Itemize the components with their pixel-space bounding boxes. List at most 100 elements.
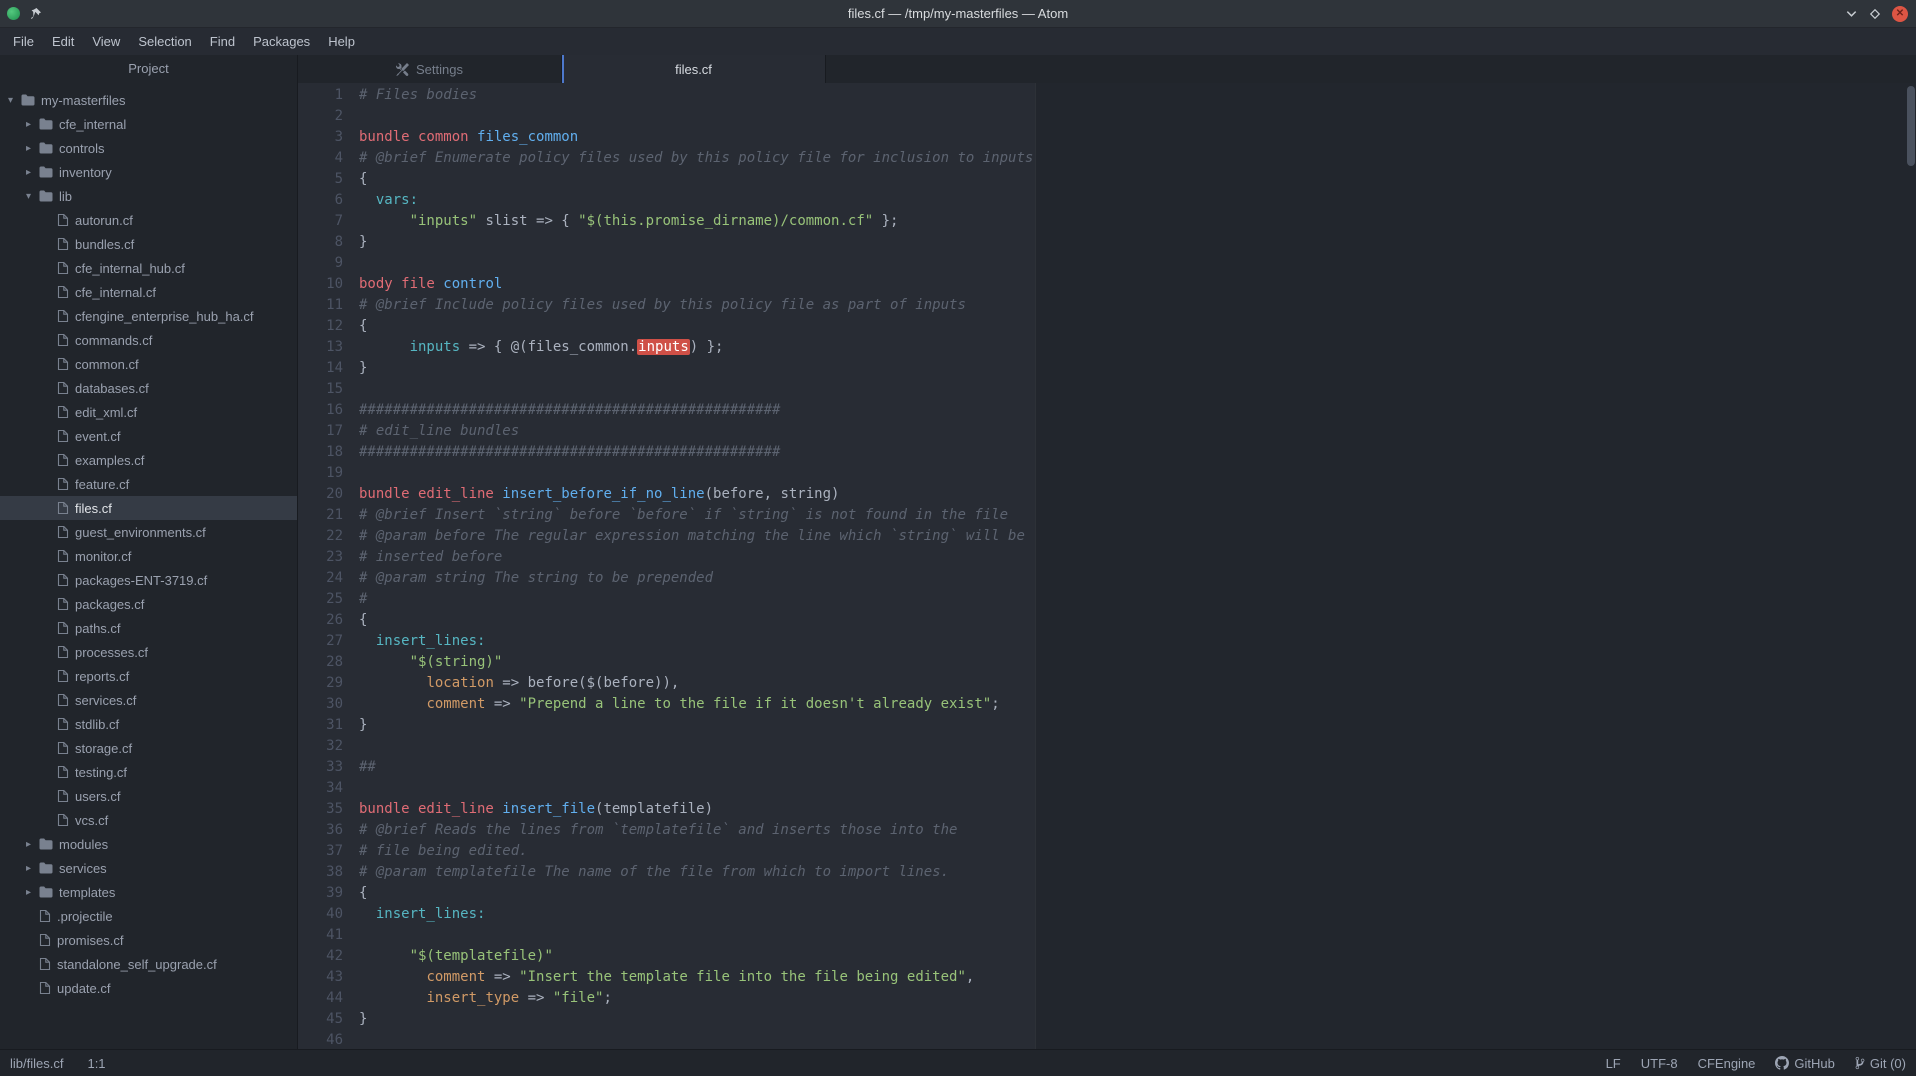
line-number[interactable]: 20 — [298, 484, 343, 505]
code-line[interactable]: 28 "$(string)" — [298, 652, 1916, 673]
tree-folder-controls[interactable]: ▸controls — [0, 136, 297, 160]
code-line[interactable]: 34 — [298, 778, 1916, 799]
code-line[interactable]: 41 — [298, 925, 1916, 946]
tree-file-stdlib-cf[interactable]: stdlib.cf — [0, 712, 297, 736]
line-number[interactable]: 27 — [298, 631, 343, 652]
code-line[interactable]: 13 inputs => { @(files_common.inputs) }; — [298, 337, 1916, 358]
status-git-0[interactable]: Git (0) — [1855, 1056, 1906, 1071]
code-line[interactable]: 25# — [298, 589, 1916, 610]
code-line[interactable]: 11# @brief Include policy files used by … — [298, 295, 1916, 316]
code-line[interactable]: 35bundle edit_line insert_file(templatef… — [298, 799, 1916, 820]
editor-scrollbar[interactable] — [1906, 83, 1916, 1049]
code-line[interactable]: 2 — [298, 106, 1916, 127]
tree-folder-my-masterfiles[interactable]: ▾my-masterfiles — [0, 88, 297, 112]
line-number[interactable]: 35 — [298, 799, 343, 820]
tree-file-guest-environments-cf[interactable]: guest_environments.cf — [0, 520, 297, 544]
code-line[interactable]: 12{ — [298, 316, 1916, 337]
line-number[interactable]: 29 — [298, 673, 343, 694]
tree-file-reports-cf[interactable]: reports.cf — [0, 664, 297, 688]
code-line[interactable]: 27 insert_lines: — [298, 631, 1916, 652]
tree-file-users-cf[interactable]: users.cf — [0, 784, 297, 808]
line-number[interactable]: 1 — [298, 85, 343, 106]
line-number[interactable]: 44 — [298, 988, 343, 1009]
line-number[interactable]: 23 — [298, 547, 343, 568]
code-line[interactable]: 15 — [298, 379, 1916, 400]
tree-file-services-cf[interactable]: services.cf — [0, 688, 297, 712]
line-number[interactable]: 14 — [298, 358, 343, 379]
tree-file-paths-cf[interactable]: paths.cf — [0, 616, 297, 640]
tree-file-cfe-internal-cf[interactable]: cfe_internal.cf — [0, 280, 297, 304]
line-number[interactable]: 37 — [298, 841, 343, 862]
close-button[interactable]: ✕ — [1892, 6, 1908, 22]
line-number[interactable]: 12 — [298, 316, 343, 337]
line-number[interactable]: 38 — [298, 862, 343, 883]
line-number[interactable]: 5 — [298, 169, 343, 190]
line-number[interactable]: 24 — [298, 568, 343, 589]
line-number[interactable]: 32 — [298, 736, 343, 757]
chevron-down-icon[interactable]: ▾ — [8, 95, 21, 106]
line-number[interactable]: 9 — [298, 253, 343, 274]
tree-file-commands-cf[interactable]: commands.cf — [0, 328, 297, 352]
tree-file-bundles-cf[interactable]: bundles.cf — [0, 232, 297, 256]
menu-help[interactable]: Help — [319, 28, 364, 55]
status-cursor-position[interactable]: 1:1 — [87, 1056, 105, 1071]
line-number[interactable]: 6 — [298, 190, 343, 211]
line-number[interactable]: 28 — [298, 652, 343, 673]
tree-file-feature-cf[interactable]: feature.cf — [0, 472, 297, 496]
code-line[interactable]: 18######################################… — [298, 442, 1916, 463]
code-line[interactable]: 3bundle common files_common — [298, 127, 1916, 148]
menu-packages[interactable]: Packages — [244, 28, 319, 55]
tree-file-examples-cf[interactable]: examples.cf — [0, 448, 297, 472]
status-lf[interactable]: LF — [1606, 1056, 1621, 1071]
code-line[interactable]: 8} — [298, 232, 1916, 253]
code-line[interactable]: 38# @param templatefile The name of the … — [298, 862, 1916, 883]
menu-view[interactable]: View — [83, 28, 129, 55]
tree-folder-modules[interactable]: ▸modules — [0, 832, 297, 856]
code-line[interactable]: 31} — [298, 715, 1916, 736]
menu-selection[interactable]: Selection — [129, 28, 200, 55]
code-line[interactable]: 17# edit_line bundles — [298, 421, 1916, 442]
tree-file-files-cf[interactable]: files.cf — [0, 496, 297, 520]
code-line[interactable]: 16######################################… — [298, 400, 1916, 421]
line-number[interactable]: 41 — [298, 925, 343, 946]
code-line[interactable]: 44 insert_type => "file"; — [298, 988, 1916, 1009]
code-line[interactable]: 42 "$(templatefile)" — [298, 946, 1916, 967]
line-number[interactable]: 26 — [298, 610, 343, 631]
tree-file-vcs-cf[interactable]: vcs.cf — [0, 808, 297, 832]
line-number[interactable]: 46 — [298, 1030, 343, 1049]
line-number[interactable]: 39 — [298, 883, 343, 904]
tree-file-databases-cf[interactable]: databases.cf — [0, 376, 297, 400]
chevron-right-icon[interactable]: ▸ — [26, 839, 39, 850]
pin-icon[interactable] — [29, 7, 42, 20]
tree-folder-cfe-internal[interactable]: ▸cfe_internal — [0, 112, 297, 136]
code-line[interactable]: 43 comment => "Insert the template file … — [298, 967, 1916, 988]
line-number[interactable]: 45 — [298, 1009, 343, 1030]
tab-settings[interactable]: Settings — [298, 55, 562, 83]
line-number[interactable]: 34 — [298, 778, 343, 799]
tree-file-edit-xml-cf[interactable]: edit_xml.cf — [0, 400, 297, 424]
line-number[interactable]: 10 — [298, 274, 343, 295]
tree-file-processes-cf[interactable]: processes.cf — [0, 640, 297, 664]
chevron-right-icon[interactable]: ▸ — [26, 863, 39, 874]
tab-files-cf[interactable]: files.cf — [562, 55, 826, 83]
line-number[interactable]: 31 — [298, 715, 343, 736]
code-line[interactable]: 26{ — [298, 610, 1916, 631]
chevron-right-icon[interactable]: ▸ — [26, 887, 39, 898]
line-number[interactable]: 13 — [298, 337, 343, 358]
tree-file-projectile[interactable]: .projectile — [0, 904, 297, 928]
chevron-right-icon[interactable]: ▸ — [26, 167, 39, 178]
tree-file-promises-cf[interactable]: promises.cf — [0, 928, 297, 952]
tree-file-event-cf[interactable]: event.cf — [0, 424, 297, 448]
tree-folder-inventory[interactable]: ▸inventory — [0, 160, 297, 184]
code-line[interactable]: 24# @param string The string to be prepe… — [298, 568, 1916, 589]
tree-folder-services[interactable]: ▸services — [0, 856, 297, 880]
tree-folder-lib[interactable]: ▾lib — [0, 184, 297, 208]
line-number[interactable]: 18 — [298, 442, 343, 463]
tree-file-standalone-self-upgrade-cf[interactable]: standalone_self_upgrade.cf — [0, 952, 297, 976]
chevron-right-icon[interactable]: ▸ — [26, 119, 39, 130]
chevron-right-icon[interactable]: ▸ — [26, 143, 39, 154]
line-number[interactable]: 40 — [298, 904, 343, 925]
code-line[interactable]: 20bundle edit_line insert_before_if_no_l… — [298, 484, 1916, 505]
code-line[interactable]: 37# file being edited. — [298, 841, 1916, 862]
tree-file-packages-cf[interactable]: packages.cf — [0, 592, 297, 616]
